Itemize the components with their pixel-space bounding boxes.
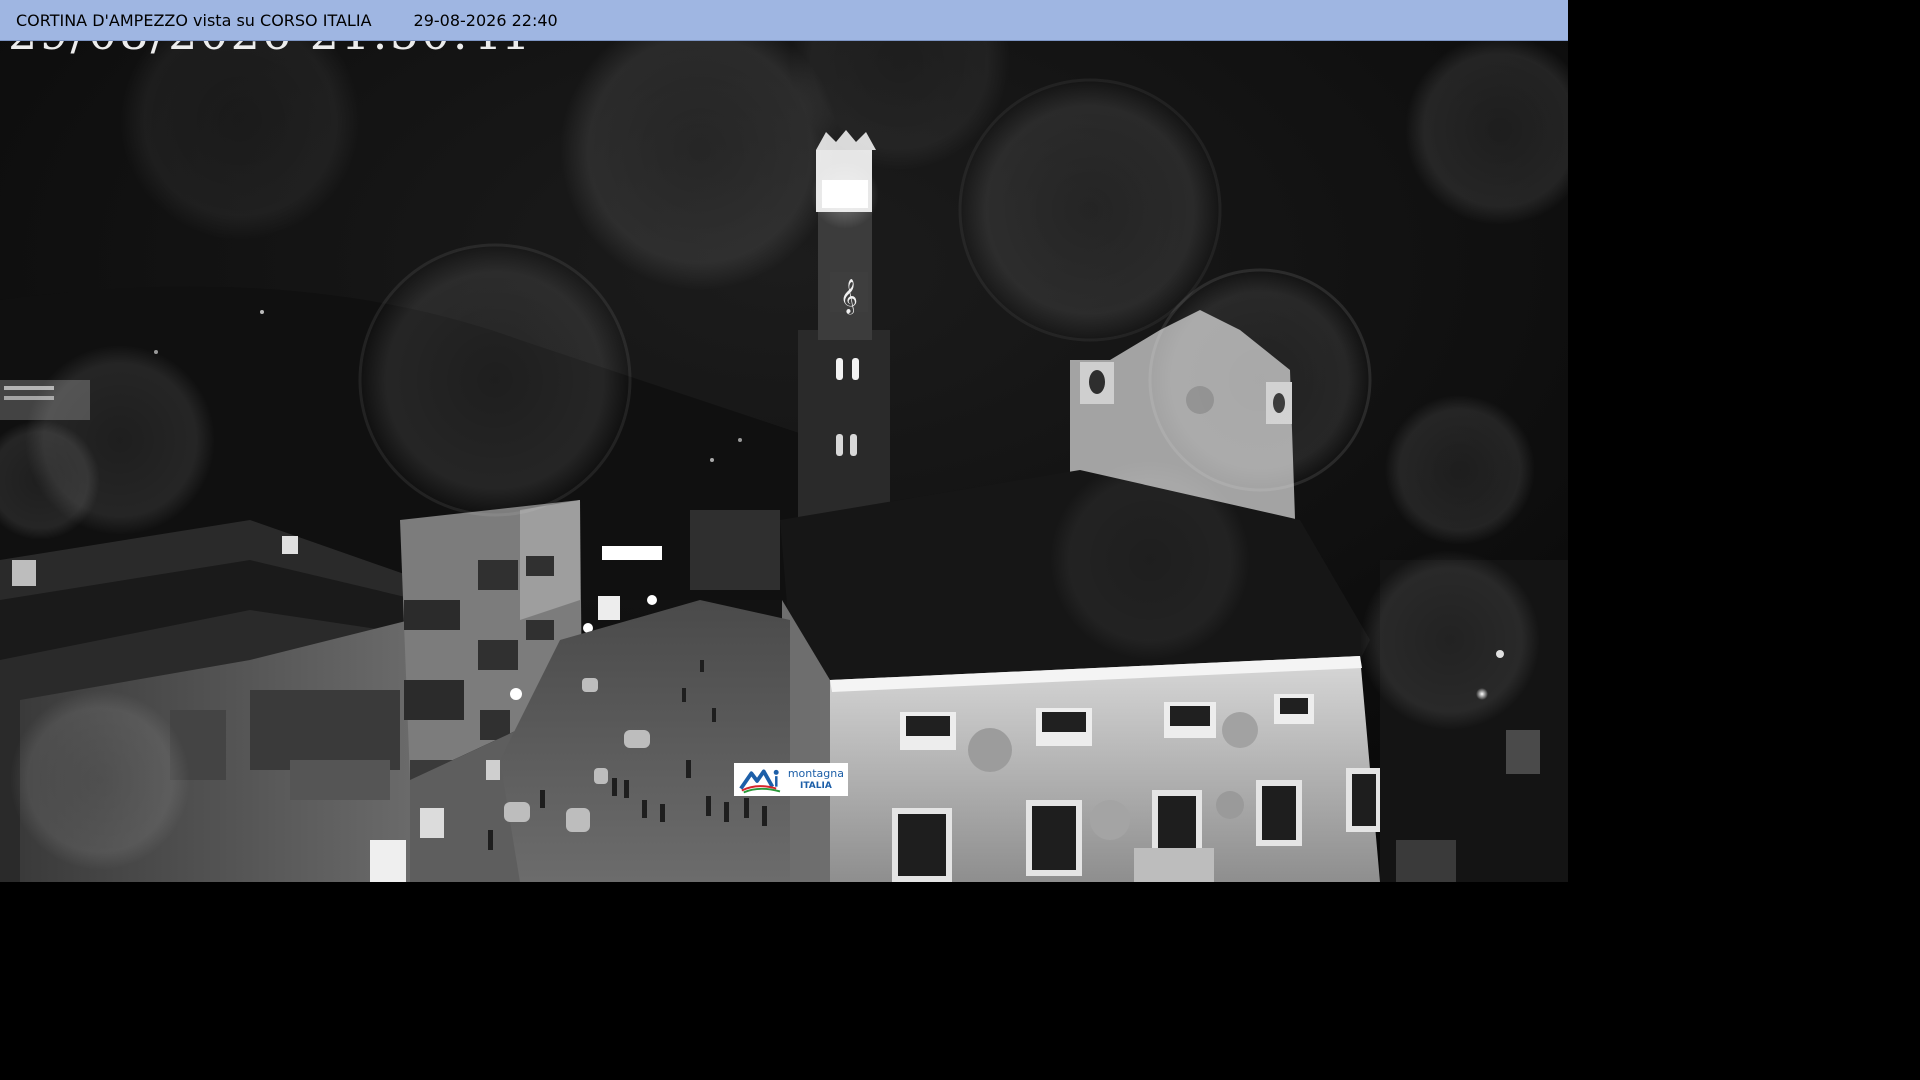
webcam-timestamp: 29-08-2026 22:40 bbox=[413, 10, 558, 30]
webcam-image: 𝄞 bbox=[0, 0, 1568, 882]
webcam-frame: 𝄞 CORTINA D'AMPEZZO vista su CORSO ITALI… bbox=[0, 0, 1568, 882]
logo-text: montagna ITALIA bbox=[787, 766, 844, 792]
svg-text:𝄞: 𝄞 bbox=[840, 279, 858, 315]
mountain-logo-icon bbox=[739, 769, 781, 794]
montagna-italia-logo: montagna ITALIA bbox=[734, 763, 848, 796]
logo-line-italia: ITALIA bbox=[800, 780, 832, 791]
logo-line-montagna: montagna bbox=[787, 766, 844, 780]
header-bar: CORTINA D'AMPEZZO vista su CORSO ITALIA … bbox=[0, 0, 1568, 41]
webcam-title: CORTINA D'AMPEZZO vista su CORSO ITALIA bbox=[16, 10, 372, 30]
